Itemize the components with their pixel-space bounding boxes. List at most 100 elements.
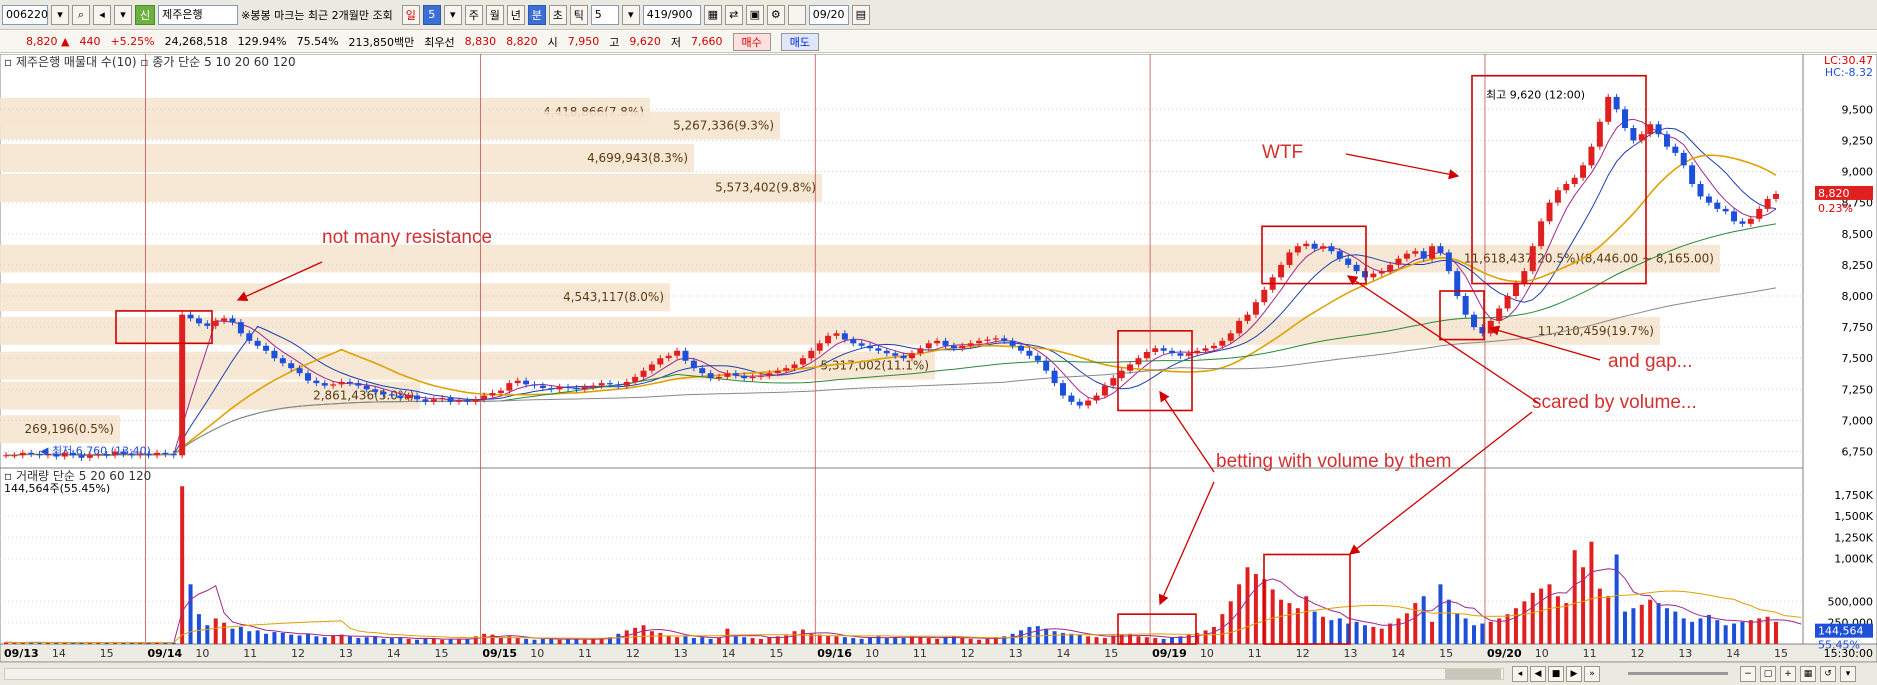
speaker-dropdown-icon[interactable]: ▾ xyxy=(114,4,132,25)
candle-body xyxy=(1638,134,1645,141)
settings-icon[interactable]: ⚙ xyxy=(766,4,785,25)
buy-button[interactable]: 매수 xyxy=(732,32,771,51)
candle-body xyxy=(1420,251,1427,259)
volume-bar xyxy=(1522,601,1527,644)
candle-body xyxy=(1009,340,1016,346)
period-second-button[interactable]: 초 xyxy=(548,4,567,25)
zoom-fit-icon[interactable]: ▢ xyxy=(1760,666,1776,682)
more-icon[interactable]: ▾ xyxy=(1840,666,1856,682)
candle-body xyxy=(397,395,404,399)
candle-body xyxy=(984,339,991,341)
candle-body xyxy=(1194,350,1201,354)
candle-body xyxy=(514,380,521,384)
zoom-in-icon[interactable]: + xyxy=(1780,666,1796,682)
volume-bar xyxy=(524,638,529,644)
save-icon[interactable]: ▣ xyxy=(745,4,764,25)
volume-bar xyxy=(1589,541,1594,644)
candle-body xyxy=(330,384,337,386)
candle-body xyxy=(623,381,630,386)
candle-body xyxy=(1236,320,1243,334)
volume-bar xyxy=(1623,611,1628,644)
period-dropdown-icon[interactable]: ▾ xyxy=(443,4,462,25)
play-prev-icon[interactable]: ◀ xyxy=(1530,666,1546,682)
speaker-icon[interactable]: ◂ xyxy=(93,4,111,25)
turnover-value: 75.54% xyxy=(296,35,339,48)
volume-bar xyxy=(431,638,436,644)
candle-body xyxy=(1353,264,1360,272)
volume-bar xyxy=(1362,625,1367,644)
play-next-icon[interactable]: ▶ xyxy=(1566,666,1582,682)
period-month-button[interactable]: 월 xyxy=(485,4,504,25)
volume-bar xyxy=(1430,621,1435,644)
candle-body xyxy=(1294,246,1301,253)
x-tick-label: 11 xyxy=(1248,647,1262,660)
x-tick-label: 11 xyxy=(243,647,257,660)
date-checkbox[interactable] xyxy=(787,4,806,25)
candle-body xyxy=(1437,246,1444,253)
candle-body xyxy=(590,385,597,387)
volume-tag: 144,564 xyxy=(1818,625,1864,638)
reset-icon[interactable]: ↺ xyxy=(1820,666,1836,682)
candle-body xyxy=(1663,134,1670,147)
interval-input[interactable]: 5 xyxy=(590,4,619,25)
code-dropdown-icon[interactable]: ▾ xyxy=(51,4,69,25)
period-day-button[interactable]: 일 xyxy=(401,4,420,25)
volume-bar xyxy=(1555,596,1560,644)
candle-body xyxy=(455,400,462,402)
search-icon[interactable]: ⌕ xyxy=(72,4,90,25)
calendar-icon[interactable]: ▤ xyxy=(851,4,870,25)
volume-bar xyxy=(1513,608,1518,644)
candle-body xyxy=(1387,264,1394,272)
volume-bar xyxy=(758,638,763,644)
candle-body xyxy=(648,364,655,371)
quote-bar: 8,820 ▲ 440 +5.25% 24,268,518 129.94% 75… xyxy=(0,31,1877,53)
sell-button[interactable]: 매도 xyxy=(780,32,820,51)
stock-chart[interactable]: 4,418,866(7.8%)5,267,336(9.3%)4,699,943(… xyxy=(0,54,1877,662)
period-tick-button[interactable]: 틱 xyxy=(569,4,588,25)
date-input[interactable]: 09/20 xyxy=(808,4,849,25)
horizontal-scrollbar[interactable] xyxy=(4,668,1504,680)
stock-name: 제주은행 xyxy=(158,4,239,25)
volume-bar xyxy=(1631,608,1636,644)
x-tick-label: 09/19 xyxy=(1152,647,1187,660)
volume-tick-label: 1,750K xyxy=(1834,489,1873,502)
code-input[interactable]: 006220 xyxy=(2,4,48,25)
candle-body xyxy=(346,381,353,384)
x-tick-label: 12 xyxy=(1630,647,1644,660)
chart-options-icon[interactable]: ▦ xyxy=(1800,666,1816,682)
scroll-left-icon[interactable]: ◂ xyxy=(1512,666,1528,682)
zoom-out-icon[interactable]: − xyxy=(1740,666,1756,682)
candle-body xyxy=(296,368,303,374)
candle-body xyxy=(263,345,270,351)
candle-body xyxy=(1303,243,1310,247)
arrows-icon[interactable]: ⇄ xyxy=(724,4,743,25)
stop-icon[interactable]: ■ xyxy=(1548,666,1564,682)
volume-bar xyxy=(800,629,805,644)
volume-bar xyxy=(1371,626,1376,644)
fast-forward-icon[interactable]: » xyxy=(1584,666,1600,682)
candle-body xyxy=(388,394,395,396)
grid-icon[interactable]: ▦ xyxy=(703,4,722,25)
candle-body xyxy=(606,383,613,385)
candle-body xyxy=(179,314,186,456)
stock-badge: 신 xyxy=(135,4,156,25)
period-year-button[interactable]: 년 xyxy=(506,4,525,25)
volume-bar xyxy=(1153,638,1158,644)
volume-bar xyxy=(188,584,193,644)
scroll-thumb[interactable] xyxy=(1445,669,1501,679)
candle-body xyxy=(1320,246,1327,249)
volume-bar xyxy=(1404,613,1409,644)
period-week-button[interactable]: 주 xyxy=(464,4,483,25)
volume-bar xyxy=(490,634,495,644)
price-change: 440 xyxy=(79,35,101,48)
period-5-button[interactable]: 5 xyxy=(422,4,441,25)
candle-body xyxy=(1370,273,1377,278)
y-tick-label: 8,500 xyxy=(1842,228,1874,241)
x-tick-label: 13 xyxy=(339,647,353,660)
count-input[interactable]: 419/900 xyxy=(642,4,701,25)
period-minute-button[interactable]: 분 xyxy=(527,4,546,25)
interval-dropdown-icon[interactable]: ▾ xyxy=(621,4,640,25)
zoom-slider[interactable] xyxy=(1628,672,1728,675)
candle-body xyxy=(565,386,572,389)
x-tick-label: 14 xyxy=(1726,647,1740,660)
